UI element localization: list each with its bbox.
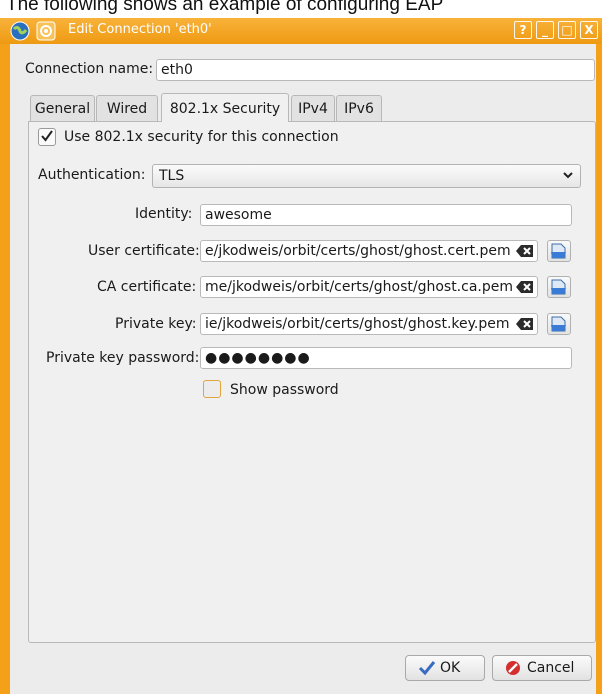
- help-button[interactable]: ?: [514, 21, 532, 39]
- authentication-select[interactable]: TLS: [152, 164, 581, 188]
- browse-ca-certificate-button[interactable]: [547, 276, 571, 298]
- clear-icon[interactable]: [516, 244, 534, 258]
- show-password-checkbox[interactable]: [203, 380, 221, 398]
- show-password-label: Show password: [230, 382, 339, 398]
- connection-name-label: Connection name:: [25, 61, 154, 77]
- ca-certificate-label: CA certificate:: [97, 279, 197, 295]
- use-8021x-label: Use 802.1x security for this connection: [64, 129, 339, 145]
- browse-private-key-button[interactable]: [547, 313, 571, 335]
- use-8021x-checkbox[interactable]: [38, 128, 56, 146]
- maximize-button[interactable]: □: [558, 21, 576, 39]
- ca-certificate-input[interactable]: me/jkodweis/orbit/certs/ghost/ghost.ca.p…: [200, 276, 538, 298]
- close-button[interactable]: X: [580, 21, 598, 39]
- identity-label: Identity:: [135, 206, 193, 222]
- network-config-icon: [36, 21, 56, 45]
- authentication-value: TLS: [159, 168, 185, 184]
- private-key-password-input[interactable]: ●●●●●●●●: [200, 347, 572, 369]
- checkmark-icon: [41, 130, 53, 142]
- folder-icon: [551, 279, 566, 295]
- chevron-down-icon: [562, 165, 574, 192]
- cancel-icon: [505, 660, 521, 684]
- connection-name-input[interactable]: eth0: [156, 59, 595, 81]
- user-certificate-input[interactable]: e/jkodweis/orbit/certs/ghost/ghost.cert.…: [200, 240, 538, 262]
- cancel-label: Cancel: [527, 660, 575, 676]
- tab-general[interactable]: General: [30, 95, 95, 122]
- app-globe-icon: [10, 21, 30, 45]
- folder-icon: [551, 243, 566, 259]
- ok-button[interactable]: OK: [405, 655, 485, 681]
- window-title: Edit Connection 'eth0': [68, 22, 212, 37]
- cancel-button[interactable]: Cancel: [492, 655, 592, 681]
- clear-icon[interactable]: [516, 280, 534, 294]
- page-caption: The following shows an example of config…: [6, 0, 444, 15]
- browse-user-certificate-button[interactable]: [547, 240, 571, 262]
- folder-icon: [551, 316, 566, 332]
- clear-icon[interactable]: [516, 317, 534, 331]
- private-key-password-label: Private key password:: [46, 350, 200, 366]
- tab-wired[interactable]: Wired: [96, 95, 158, 122]
- identity-input[interactable]: awesome: [200, 204, 572, 226]
- title-bar[interactable]: Edit Connection 'eth0' ? _ □ X: [0, 18, 602, 44]
- authentication-label: Authentication:: [38, 167, 146, 183]
- minimize-button[interactable]: _: [536, 21, 554, 39]
- tab-ipv6[interactable]: IPv6: [336, 95, 382, 122]
- tab-ipv4[interactable]: IPv4: [291, 95, 335, 122]
- tab-8021x-security[interactable]: 802.1x Security: [161, 93, 289, 122]
- check-icon: [418, 660, 436, 684]
- private-key-input[interactable]: ie/jkodweis/orbit/certs/ghost/ghost.key.…: [200, 313, 538, 335]
- user-certificate-label: User certificate:: [88, 243, 200, 259]
- private-key-label: Private key:: [115, 316, 197, 332]
- ok-label: OK: [440, 660, 461, 676]
